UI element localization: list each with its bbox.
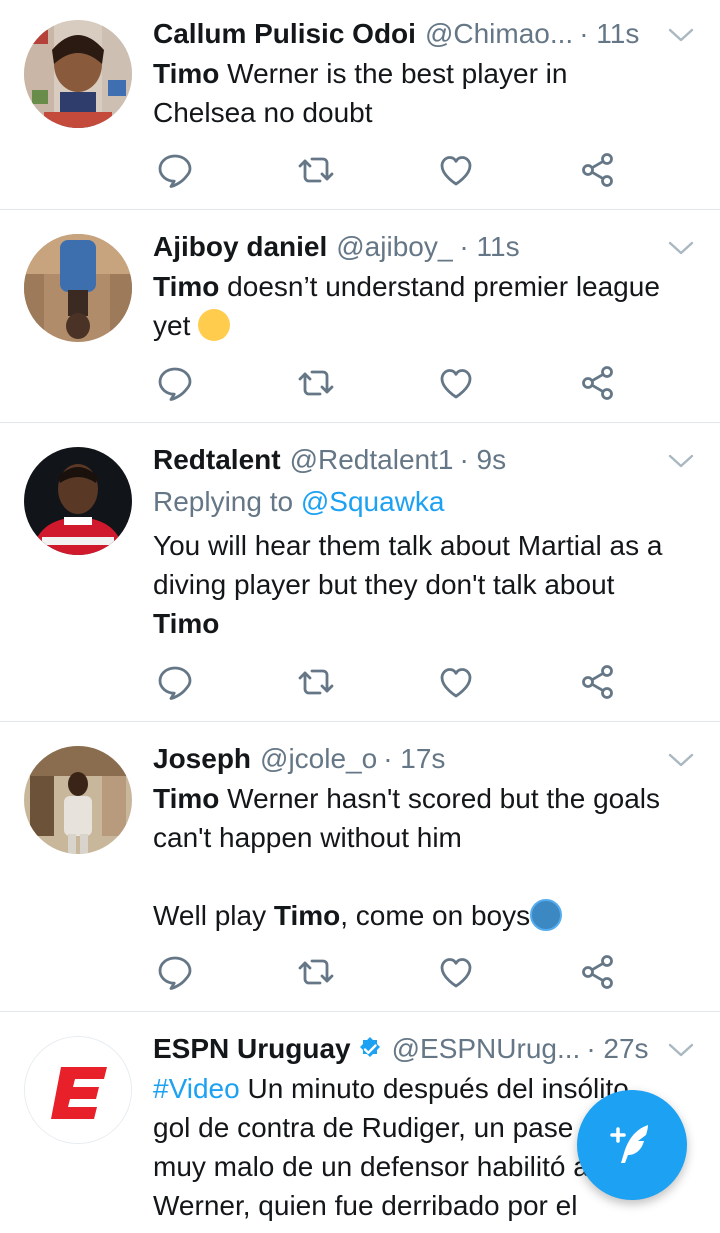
avatar[interactable] xyxy=(24,447,132,555)
share-icon[interactable] xyxy=(578,662,618,702)
tweet-card[interactable]: Joseph @jcole_o · 17s Timo Werner hasn't… xyxy=(0,722,720,1012)
text-line: Well play Timo, come on boys xyxy=(153,896,698,935)
share-icon[interactable] xyxy=(578,363,618,403)
text-line: doesn’t understand premier league xyxy=(219,271,660,302)
hashtag-link[interactable]: #Video xyxy=(153,1073,240,1104)
compose-tweet-icon xyxy=(610,1125,648,1163)
tweet-header: Ajiboy daniel @ajiboy_ · 11s xyxy=(153,229,700,265)
reply-icon[interactable] xyxy=(155,952,195,992)
avatar[interactable] xyxy=(24,1036,132,1144)
mention-link[interactable]: @Squawka xyxy=(301,486,445,517)
text-line: You will hear them talk about Martial as… xyxy=(153,530,663,561)
tweet-text: Timo Werner is the best player in Chelse… xyxy=(153,54,698,132)
tweet-text: Timo doesn’t understand premier league y… xyxy=(153,267,698,345)
tweet-actions xyxy=(153,952,623,992)
chevron-down-icon[interactable] xyxy=(668,1042,694,1058)
reply-icon[interactable] xyxy=(155,150,195,190)
highlight-term: Timo xyxy=(153,608,220,639)
author-handle[interactable]: @Redtalent1 xyxy=(290,442,454,478)
text-line: yet xyxy=(153,310,191,341)
text-fragment: , come on boys xyxy=(340,900,531,931)
text-line: Un minuto después del insólito xyxy=(239,1073,629,1104)
author-handle[interactable]: @Chimao... xyxy=(425,16,573,52)
heart-icon[interactable] xyxy=(436,952,476,992)
chevron-down-icon[interactable] xyxy=(668,453,694,469)
author-name[interactable]: Joseph xyxy=(153,741,251,777)
highlight-term: Timo xyxy=(153,271,220,302)
pensive-face-emoji xyxy=(198,309,231,341)
retweet-icon[interactable] xyxy=(296,662,336,702)
tweet-actions xyxy=(153,363,623,403)
text-line: diving player but they don't talk about xyxy=(153,569,615,600)
tweet-time[interactable]: · 17s xyxy=(383,741,445,777)
reply-icon[interactable] xyxy=(155,662,195,702)
replying-label: Replying to xyxy=(153,486,301,517)
author-name[interactable]: ESPN Uruguay xyxy=(153,1031,351,1067)
text-line: can't happen without him xyxy=(153,822,462,853)
highlight-term: Timo xyxy=(153,783,220,814)
compose-tweet-button[interactable] xyxy=(577,1090,687,1200)
text-line: Werner hasn't scored but the goals xyxy=(219,783,661,814)
tweet-header: Callum Pulisic Odoi @Chimao... · 11s xyxy=(153,16,700,52)
tweet-card[interactable]: Callum Pulisic Odoi @Chimao... · 11s Tim… xyxy=(0,0,720,210)
text-line: Chelsea no doubt xyxy=(153,97,373,128)
tweet-actions xyxy=(153,150,623,190)
share-icon[interactable] xyxy=(578,952,618,992)
blue-circle-emoji xyxy=(530,899,563,931)
reply-icon[interactable] xyxy=(155,363,195,403)
heart-icon[interactable] xyxy=(436,662,476,702)
avatar[interactable] xyxy=(24,234,132,342)
author-name[interactable]: Callum Pulisic Odoi xyxy=(153,16,416,52)
tweet-text: Timo Werner hasn't scored but the goals … xyxy=(153,779,698,935)
tweet-text: Replying to @Squawka You will hear them … xyxy=(153,482,698,643)
tweet-card[interactable]: Ajiboy daniel @ajiboy_ · 11s Timo doesn’… xyxy=(0,210,720,423)
text-line: Werner is the best player in xyxy=(219,58,568,89)
chevron-down-icon[interactable] xyxy=(668,240,694,256)
tweet-actions xyxy=(153,662,623,702)
avatar[interactable] xyxy=(24,746,132,854)
heart-icon[interactable] xyxy=(436,150,476,190)
tweet-time[interactable]: · 27s xyxy=(586,1031,648,1067)
share-icon[interactable] xyxy=(578,150,618,190)
tweet-header: ESPN Uruguay @ESPNUrug... · 27s xyxy=(153,1031,700,1067)
tweet-card[interactable]: Redtalent @Redtalent1 · 9s Replying to @… xyxy=(0,423,720,722)
avatar[interactable] xyxy=(24,20,132,128)
tweet-header: Redtalent @Redtalent1 · 9s xyxy=(153,442,700,478)
author-handle[interactable]: @jcole_o xyxy=(260,741,377,777)
chevron-down-icon[interactable] xyxy=(668,27,694,43)
tweet-time[interactable]: · 11s xyxy=(579,16,639,52)
tweet-header: Joseph @jcole_o · 17s xyxy=(153,741,700,777)
replying-to: Replying to @Squawka xyxy=(153,482,698,521)
retweet-icon[interactable] xyxy=(296,363,336,403)
espn-logo xyxy=(25,1037,131,1143)
highlight-term: Timo xyxy=(153,58,220,89)
heart-icon[interactable] xyxy=(436,363,476,403)
author-handle[interactable]: @ajiboy_ xyxy=(336,229,453,265)
tweet-time[interactable]: · 9s xyxy=(459,442,506,478)
author-name[interactable]: Ajiboy daniel xyxy=(153,229,327,265)
highlight-term: Timo xyxy=(273,900,341,931)
author-name[interactable]: Redtalent xyxy=(153,442,281,478)
author-handle[interactable]: @ESPNUrug... xyxy=(392,1031,581,1067)
text-fragment: Well play xyxy=(153,900,274,931)
chevron-down-icon[interactable] xyxy=(668,752,694,768)
retweet-icon[interactable] xyxy=(296,150,336,190)
verified-badge-icon xyxy=(359,1037,380,1057)
retweet-icon[interactable] xyxy=(296,952,336,992)
tweet-time[interactable]: · 11s xyxy=(459,229,519,265)
